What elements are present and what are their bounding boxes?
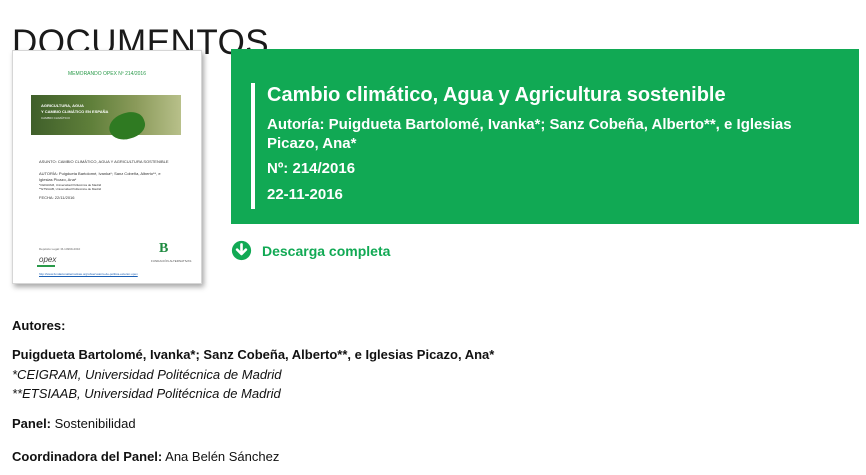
- panel-value: Sostenibilidad: [54, 416, 136, 431]
- thumbnail-url: http://www.fundacionalternativas.org/obs…: [39, 272, 138, 276]
- thumbnail-banner-line1: AGRICULTURA, AGUA: [41, 103, 84, 108]
- thumbnail-banner-image: AGRICULTURA, AGUA Y CAMBIO CLIMÁTICO EN …: [31, 95, 181, 135]
- download-label: Descarga completa: [262, 242, 391, 259]
- coordinator-label: Coordinadora del Panel:: [12, 449, 163, 464]
- coordinator-value: Ana Belén Sánchez: [165, 449, 280, 464]
- thumbnail-authors-line2: Iglesias Picazo, Ana*: [39, 177, 77, 182]
- fundacion-logo-text: FUNDACIÓN ALTERNATIVAS: [151, 259, 192, 263]
- document-cover-thumbnail[interactable]: MEMORANDO OPEX Nº 214/2016 AGRICULTURA, …: [12, 50, 202, 284]
- card-accent-rule: [251, 83, 255, 209]
- document-title: Cambio climático, Agua y Agricultura sos…: [267, 84, 726, 106]
- document-number: Nº: 214/2016: [267, 160, 356, 177]
- opex-logo: opex: [39, 255, 57, 264]
- download-circle-icon: [231, 240, 252, 261]
- authors-heading: Autores:: [12, 318, 66, 333]
- thumbnail-footer: Depósito Legal: M-14999-2010: [39, 247, 81, 251]
- document-summary-card: Cambio climático, Agua y Agricultura sos…: [231, 49, 859, 224]
- affiliation-ceigram: *CEIGRAM, Universidad Politécnica de Mad…: [12, 367, 282, 382]
- panel-label: Panel:: [12, 416, 52, 431]
- thumbnail-authors-line1: AUTORÍA: Puigdueta Bartolomé, Ivanka*; S…: [39, 171, 161, 176]
- download-link[interactable]: Descarga completa: [231, 240, 390, 261]
- thumbnail-subject: ASUNTO: CAMBIO CLIMÁTICO, AGUA Y AGRICUL…: [39, 159, 169, 164]
- thumbnail-banner-line2: Y CAMBIO CLIMÁTICO EN ESPAÑA: [41, 109, 109, 114]
- affiliation-etsiaab: **ETSIAAB, Universidad Politécnica de Ma…: [12, 386, 281, 401]
- document-authors: Autoría: Puigdueta Bartolomé, Ivanka*; S…: [267, 116, 792, 152]
- thumbnail-banner-line3: CAMBIO CLIMÁTICO: [41, 116, 71, 120]
- authors-value: Puigdueta Bartolomé, Ivanka*; Sanz Cobeñ…: [12, 347, 495, 362]
- document-date: 22-11-2016: [267, 186, 343, 203]
- thumbnail-memo-line: MEMORANDO OPEX Nº 214/2016: [68, 71, 146, 77]
- fundacion-logo: B: [159, 241, 169, 256]
- coordinator-row: Coordinadora del Panel: Ana Belén Sánche…: [12, 448, 279, 466]
- thumbnail-date: FECHA: 22/11/2016: [39, 195, 75, 200]
- opex-logo-bar: [37, 265, 55, 267]
- thumbnail-affiliation2: **ETSIAAB, Universidad Politécnica de Ma…: [39, 187, 102, 191]
- panel-row: Panel: Sostenibilidad: [12, 415, 136, 433]
